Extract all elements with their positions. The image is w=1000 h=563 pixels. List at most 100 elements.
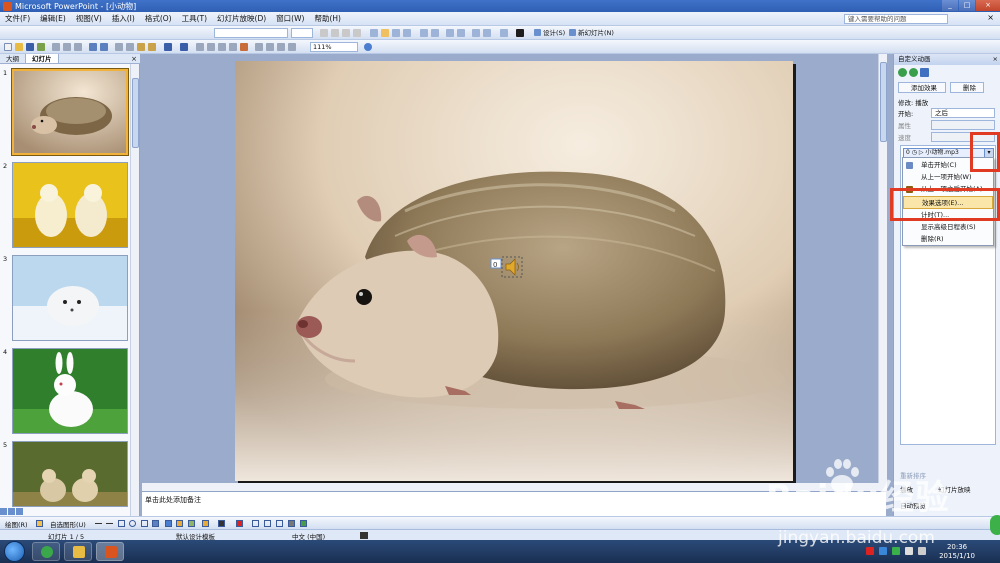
oval-icon[interactable] bbox=[129, 520, 136, 527]
tray-icon-2[interactable] bbox=[879, 547, 887, 555]
fill-color-icon[interactable] bbox=[202, 520, 209, 527]
sorter-view-icon[interactable] bbox=[8, 508, 15, 515]
line-style-icon[interactable] bbox=[252, 520, 259, 527]
decrease-font-icon[interactable] bbox=[457, 29, 465, 37]
menu-view[interactable]: 视图(V) bbox=[71, 13, 107, 24]
task-pane-close-icon[interactable]: × bbox=[993, 54, 998, 65]
autopreview-checkbox[interactable]: 自动预览 bbox=[900, 500, 926, 510]
show-formatting-icon[interactable] bbox=[266, 43, 274, 51]
spelling-icon[interactable] bbox=[89, 43, 97, 51]
diagram-icon[interactable] bbox=[165, 520, 172, 527]
menu-file[interactable]: 文件(F) bbox=[0, 13, 35, 24]
decrease-indent-icon[interactable] bbox=[472, 29, 480, 37]
slide-thumbnail-chicks[interactable] bbox=[12, 441, 128, 507]
tray-icon-1[interactable] bbox=[866, 547, 874, 555]
pane-close-icon[interactable]: × bbox=[131, 54, 137, 64]
numbering-icon[interactable] bbox=[420, 29, 428, 37]
taskbar-powerpoint[interactable] bbox=[96, 542, 124, 561]
slide-pane-scrollbar[interactable] bbox=[130, 64, 139, 516]
taskbar-clock[interactable]: 20:36 2015/1/10 bbox=[939, 543, 975, 561]
back-icon[interactable] bbox=[898, 68, 907, 77]
slide-thumbnail-rabbit[interactable] bbox=[12, 348, 128, 434]
font-color-icon[interactable] bbox=[516, 29, 524, 37]
undo-icon[interactable] bbox=[164, 43, 172, 51]
help-close-icon[interactable]: × bbox=[987, 13, 994, 22]
clipart-icon[interactable] bbox=[176, 520, 183, 527]
tab-slides[interactable]: 幻灯片 bbox=[25, 54, 59, 63]
chart-icon[interactable] bbox=[196, 43, 204, 51]
increase-indent-icon[interactable] bbox=[483, 29, 491, 37]
menu-window[interactable]: 窗口(W) bbox=[271, 13, 309, 24]
help-search-input[interactable]: 键入需要帮助的问题 bbox=[844, 14, 948, 24]
menu-insert[interactable]: 插入(I) bbox=[107, 13, 140, 24]
select-arrow-icon[interactable] bbox=[36, 520, 43, 527]
font-color-draw-icon[interactable] bbox=[236, 520, 243, 527]
play-button[interactable]: 播放 bbox=[900, 484, 913, 494]
3d-style-icon[interactable] bbox=[300, 520, 307, 527]
font-name-combo[interactable] bbox=[214, 28, 288, 38]
rectangle-icon[interactable] bbox=[118, 520, 125, 527]
align-center-icon[interactable] bbox=[381, 29, 389, 37]
color-grayscale-icon[interactable] bbox=[288, 43, 296, 51]
add-effect-button[interactable]: 添加效果 bbox=[898, 82, 946, 93]
align-right-icon[interactable] bbox=[392, 29, 400, 37]
menu-help[interactable]: 帮助(H) bbox=[309, 13, 346, 24]
slide-vertical-scrollbar[interactable] bbox=[878, 54, 887, 491]
format-painter-icon[interactable] bbox=[148, 43, 156, 51]
floating-widget-icon[interactable] bbox=[990, 515, 1000, 535]
justify-icon[interactable] bbox=[403, 29, 411, 37]
dash-style-icon[interactable] bbox=[264, 520, 271, 527]
tables-borders-icon[interactable] bbox=[218, 43, 226, 51]
paste-icon[interactable] bbox=[137, 43, 145, 51]
close-button[interactable]: × bbox=[976, 0, 1000, 11]
copy-icon[interactable] bbox=[126, 43, 134, 51]
normal-view-icon[interactable] bbox=[0, 508, 7, 515]
slideshow-button[interactable]: 幻灯片放映 bbox=[938, 484, 971, 494]
open-folder-icon[interactable] bbox=[15, 43, 23, 51]
menu-edit[interactable]: 编辑(E) bbox=[35, 13, 71, 24]
taskbar-browser[interactable] bbox=[32, 542, 60, 561]
textbox-icon[interactable] bbox=[141, 520, 148, 527]
line-color-icon[interactable] bbox=[218, 520, 225, 527]
current-slide[interactable]: 0 bbox=[235, 61, 793, 481]
italic-icon[interactable] bbox=[331, 29, 339, 37]
new-slide-button[interactable]: 新幻灯片(N) bbox=[568, 28, 614, 38]
maximize-button[interactable]: □ bbox=[959, 0, 975, 11]
notes-pane[interactable]: 单击此处添加备注 bbox=[142, 491, 886, 516]
home-icon[interactable] bbox=[920, 68, 929, 77]
increase-font-icon[interactable] bbox=[446, 29, 454, 37]
design-button[interactable]: 设计(S) bbox=[533, 28, 565, 38]
draw-menu[interactable]: 绘图(R) bbox=[5, 519, 28, 529]
align-left-icon[interactable] bbox=[370, 29, 378, 37]
email-icon[interactable] bbox=[52, 43, 60, 51]
slide-thumbnail-hedgehog[interactable] bbox=[12, 69, 128, 155]
help-icon[interactable] bbox=[364, 43, 372, 51]
permission-icon[interactable] bbox=[37, 43, 45, 51]
menu-slideshow[interactable]: 幻灯片放映(D) bbox=[212, 13, 271, 24]
tab-outline[interactable]: 大纲 bbox=[0, 54, 25, 63]
slide-thumbnail-seal[interactable] bbox=[12, 255, 128, 341]
tray-icon-3[interactable] bbox=[892, 547, 900, 555]
grid-icon[interactable] bbox=[277, 43, 285, 51]
print-preview-icon[interactable] bbox=[74, 43, 82, 51]
font-size-combo[interactable] bbox=[291, 28, 313, 38]
menu-tools[interactable]: 工具(T) bbox=[177, 13, 212, 24]
slide-pane-scroll-thumb[interactable] bbox=[132, 78, 139, 148]
start-button[interactable] bbox=[4, 541, 25, 562]
picture-icon[interactable] bbox=[188, 520, 195, 527]
arrow-style-icon[interactable] bbox=[276, 520, 283, 527]
forward-icon[interactable] bbox=[909, 68, 918, 77]
text-effects-icon[interactable] bbox=[500, 29, 508, 37]
volume-icon[interactable] bbox=[918, 547, 926, 555]
vertical-scroll-thumb[interactable] bbox=[880, 62, 887, 142]
bold-icon[interactable] bbox=[320, 29, 328, 37]
research-icon[interactable] bbox=[100, 43, 108, 51]
expand-all-icon[interactable] bbox=[255, 43, 263, 51]
shadow-icon[interactable] bbox=[353, 29, 361, 37]
network-icon[interactable] bbox=[905, 547, 913, 555]
slideshow-view-icon[interactable] bbox=[16, 508, 23, 515]
menu-item-remove[interactable]: 删除(R) bbox=[903, 233, 993, 246]
start-select[interactable]: 之后 bbox=[931, 108, 995, 118]
table-icon[interactable] bbox=[207, 43, 215, 51]
wordart-icon[interactable] bbox=[152, 520, 159, 527]
